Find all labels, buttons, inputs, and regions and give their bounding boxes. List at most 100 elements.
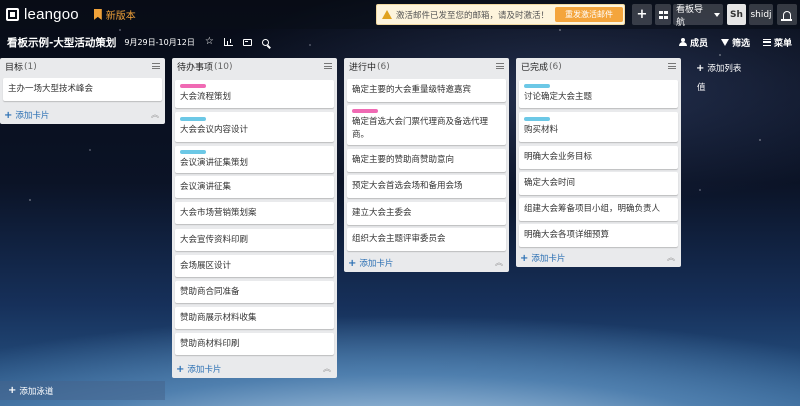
list-title[interactable]: 目标 [5, 60, 23, 73]
card[interactable]: 大会会议内容设计 [175, 112, 334, 142]
list-count: (1) [24, 61, 37, 72]
board-title[interactable]: 看板示例-大型活动策划 [7, 35, 116, 50]
card[interactable]: 建立大会主委会 [347, 202, 506, 225]
card[interactable]: 组织大会主题评审委员会 [347, 228, 506, 251]
card-text: 购买材料 [524, 125, 559, 136]
card[interactable]: 会议演讲征集策划 [175, 146, 334, 173]
card[interactable]: 明确大会各项详细预算 [519, 224, 678, 247]
card[interactable]: 确定首选大会门票代理商及备选代理商。 [347, 105, 506, 145]
bookmark-icon [93, 9, 102, 20]
add-card-button[interactable]: + 添加卡片 [348, 257, 394, 270]
card-text: 赞助商展示材料收集 [180, 312, 257, 323]
card[interactable]: 预定大会首选会场和备用会场 [347, 175, 506, 198]
search-icon[interactable] [261, 38, 269, 46]
filter-button[interactable]: 筛选 [720, 36, 750, 49]
menu-label: 菜单 [773, 38, 792, 49]
list-count: (6) [377, 61, 390, 72]
card[interactable]: 确定大会时间 [519, 172, 678, 195]
members-button[interactable]: 成员 [678, 36, 708, 49]
activation-notice: 激活邮件已发至您的邮箱，请及时激活！ 重发激活邮件 [376, 4, 625, 25]
board-nav-label: 看板导航 [676, 4, 704, 28]
card-text: 会场展区设计 [180, 260, 232, 271]
caret-down-icon [714, 12, 720, 17]
list-title[interactable]: 进行中 [349, 60, 376, 73]
notice-text: 激活邮件已发至您的邮箱，请及时激活！ [396, 10, 550, 21]
card[interactable]: 会场展区设计 [175, 255, 334, 277]
filter-icon [720, 38, 729, 46]
plus-icon: + [520, 252, 529, 264]
list-count: (10) [214, 61, 233, 72]
card-label-blue [180, 117, 206, 122]
card-text: 组织大会主题评审委员会 [352, 234, 446, 245]
star-icon[interactable]: ☆ [205, 37, 214, 47]
add-card-button[interactable]: + 添加卡片 [4, 109, 50, 122]
collapse-icon[interactable]: ︽ [667, 254, 675, 262]
create-button[interactable]: + [632, 4, 652, 25]
card-label-blue [524, 117, 550, 122]
card-text: 确定大会时间 [524, 178, 576, 189]
chart-icon[interactable] [223, 38, 233, 46]
list-count: (6) [549, 61, 562, 72]
menu-button[interactable]: 菜单 [762, 36, 792, 49]
collapse-icon[interactable]: ︽ [151, 111, 159, 119]
menu-icon [762, 38, 771, 46]
card[interactable]: 赞助商展示材料收集 [175, 307, 334, 329]
list-menu-icon[interactable] [496, 63, 504, 69]
collapse-icon[interactable]: ︽ [323, 365, 331, 373]
card[interactable]: 主办一场大型技术峰会 [3, 78, 162, 101]
list-menu-icon[interactable] [152, 63, 160, 69]
plus-icon: + [636, 7, 648, 22]
filter-label: 筛选 [731, 38, 750, 49]
list-done: 已完成 (6) 讨论确定大会主题 购买材料 明确大会业务目标 确定大会时间 组建… [516, 58, 681, 267]
card[interactable]: 讨论确定大会主题 [519, 80, 678, 108]
list-header: 已完成 (6) [516, 58, 681, 75]
board-nav-dropdown[interactable]: 看板导航 [673, 4, 723, 28]
card-text: 组建大会筹备项目小组，明确负责人 [524, 204, 661, 215]
avatar[interactable]: Sh [727, 4, 746, 25]
plus-icon: + [8, 385, 17, 396]
add-card-button[interactable]: + 添加卡片 [520, 252, 565, 265]
username[interactable]: shidj [749, 4, 773, 25]
card[interactable]: 大会市场营销策划案 [175, 202, 334, 224]
list-menu-icon[interactable] [324, 63, 332, 69]
leangoo-logo-icon [6, 8, 19, 21]
card[interactable]: 会议演讲征集 [175, 176, 334, 198]
card-text: 讨论确定大会主题 [524, 92, 593, 103]
notifications-button[interactable] [777, 4, 797, 25]
card-text: 赞助商合同准备 [180, 286, 240, 297]
add-list-button[interactable]: + 添加列表 [696, 62, 741, 75]
list-menu-icon[interactable] [668, 63, 676, 69]
board-header: 看板示例-大型活动策划 9月29日-10月12日 ☆ 成员 筛选 菜单 [0, 32, 800, 52]
list-header: 进行中 (6) [344, 58, 509, 75]
card[interactable]: 明确大会业务目标 [519, 146, 678, 169]
add-lane-button[interactable]: + 添加泳道 [0, 381, 165, 400]
new-version-link[interactable]: 新版本 [93, 7, 136, 22]
list-title[interactable]: 已完成 [521, 60, 548, 73]
card[interactable]: 购买材料 [519, 112, 678, 142]
collapse-icon[interactable]: ︽ [495, 259, 503, 267]
board-dates[interactable]: 9月29日-10月12日 [124, 37, 195, 48]
list-header: 待办事项 (10) [172, 58, 337, 75]
add-card-label: 添加卡片 [15, 111, 50, 121]
card[interactable]: 组建大会筹备项目小组，明确负责人 [519, 198, 678, 221]
add-lane-label: 添加泳道 [19, 386, 54, 397]
card[interactable]: 大会宣传资料印刷 [175, 229, 334, 251]
card[interactable]: 大会流程策划 [175, 80, 334, 108]
card-view-icon[interactable] [242, 38, 252, 46]
apps-grid-button[interactable] [655, 4, 671, 25]
card[interactable]: 确定主要的赞助商赞助意向 [347, 149, 506, 172]
add-card-button[interactable]: + 添加卡片 [176, 363, 221, 376]
plus-icon: + [696, 62, 705, 74]
add-card-label: 添加卡片 [359, 259, 394, 269]
card-label-pink [180, 84, 206, 89]
list-title[interactable]: 待办事项 [177, 60, 213, 73]
logo[interactable]: leangoo [6, 6, 79, 23]
resend-activation-button[interactable]: 重发激活邮件 [555, 7, 624, 22]
card[interactable]: 赞助商材料印刷 [175, 333, 334, 355]
add-list-sub-text: 值 [697, 83, 706, 93]
warning-icon [382, 10, 392, 19]
card-text: 会议演讲征集策划 [180, 157, 249, 168]
card[interactable]: 赞助商合同准备 [175, 281, 334, 303]
card[interactable]: 确定主要的大会重量级特邀嘉宾 [347, 79, 506, 102]
card-label-blue [180, 149, 206, 154]
